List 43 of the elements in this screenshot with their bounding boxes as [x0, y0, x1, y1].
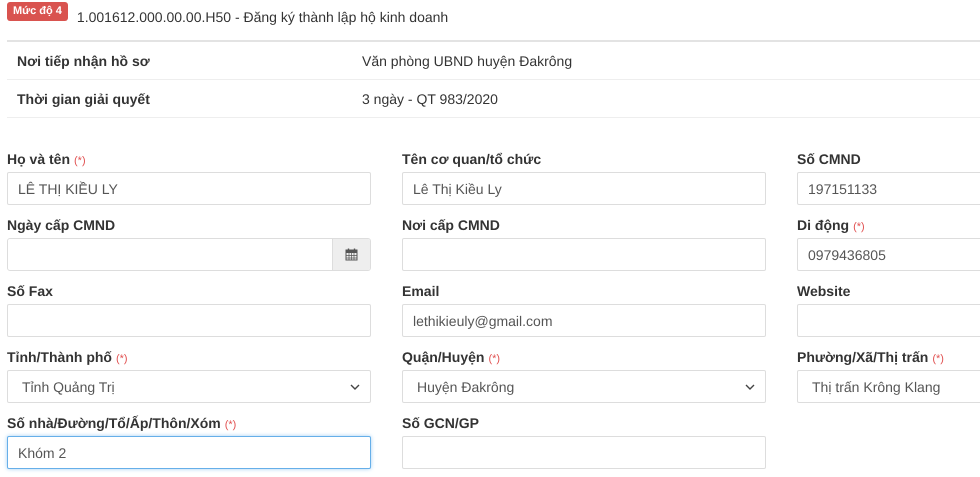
field-label: Quận/Huyện (*)	[402, 349, 502, 367]
date-field[interactable]	[7, 238, 371, 271]
level-badge: Mức độ 4	[7, 2, 68, 21]
field-label: Nơi cấp CMND	[402, 217, 501, 235]
field-label: Website	[797, 283, 852, 301]
text-field[interactable]: LÊ THỊ KIỀU LY	[7, 172, 371, 205]
required-mark: (*)	[488, 353, 500, 365]
required-mark: (*)	[116, 353, 128, 365]
text-field[interactable]	[402, 238, 766, 271]
procedure-title: 1.001612.000.00.00.H50 - Đăng ký thành lập hộ kinh doanh	[76, 9, 448, 25]
info-value: Văn phòng UBND huyện Đakrông	[362, 52, 574, 68]
text-field[interactable]: 0979436805	[797, 238, 980, 271]
field-label: Phường/Xã/Thị trấn (*)	[797, 349, 945, 367]
field-label: Di động (*)	[797, 217, 866, 235]
field-label: Tỉnh/Thành phố (*)	[7, 349, 129, 367]
field-label: Ngày cấp CMND	[7, 217, 116, 235]
chevron-down-icon	[350, 384, 360, 390]
text-field[interactable]: Khóm 2	[7, 436, 371, 469]
text-field[interactable]: 197151133	[797, 172, 980, 205]
required-mark: (*)	[932, 353, 944, 365]
field-label: Số Fax	[7, 283, 54, 301]
info-value: 3 ngày - QT 983/2020	[362, 90, 499, 106]
required-mark: (*)	[224, 419, 236, 431]
info-label: Thời gian giải quyết	[17, 90, 151, 106]
text-field[interactable]: Lê Thị Kiều Ly	[402, 172, 766, 205]
select-field[interactable]: Huyện Đakrông	[402, 370, 766, 403]
field-label: Họ và tên (*)	[7, 151, 87, 169]
chevron-down-icon	[745, 384, 755, 390]
required-mark: (*)	[74, 155, 86, 167]
field-label: Số nhà/Đường/Tổ/Ấp/Thôn/Xóm (*)	[7, 415, 238, 433]
text-field[interactable]: lethikieuly@gmail.com	[402, 304, 766, 337]
required-mark: (*)	[853, 221, 865, 233]
field-label: Email	[402, 283, 440, 301]
select-field[interactable]: Thị trấn Krông Klang	[797, 370, 980, 403]
calendar-button[interactable]	[332, 239, 370, 270]
field-label: Số GCN/GP	[402, 415, 480, 433]
calendar-icon	[345, 248, 358, 261]
field-label: Tên cơ quan/tổ chức	[402, 151, 542, 169]
select-field[interactable]: Tỉnh Quảng Trị	[7, 370, 371, 403]
text-field[interactable]	[402, 436, 766, 469]
text-field[interactable]	[7, 304, 371, 337]
info-label: Nơi tiếp nhận hồ sơ	[17, 52, 151, 68]
field-label: Số CMND	[797, 151, 862, 169]
